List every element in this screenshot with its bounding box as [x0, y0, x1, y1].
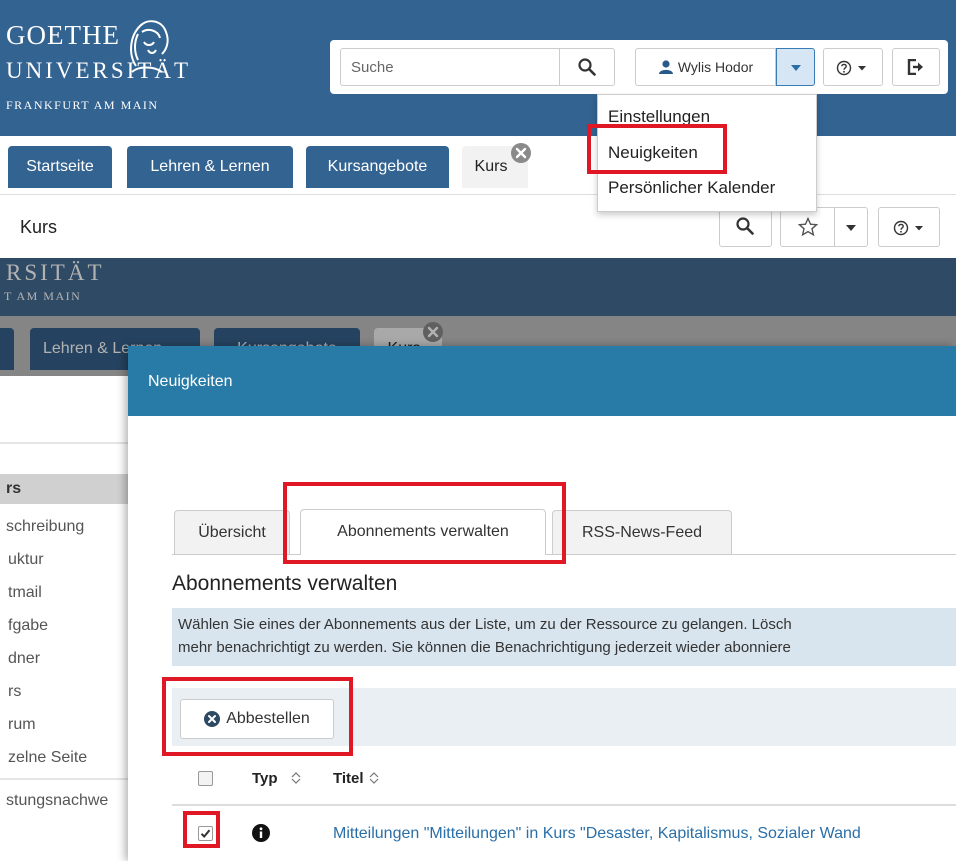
subscription-title-link[interactable]: Mitteilungen "Mitteilungen" in Kurs "Des…: [333, 825, 861, 843]
course-sidebar: rs schreibung uktur tmail fgabe dner rs …: [0, 376, 128, 861]
column-header-titel[interactable]: Titel: [333, 770, 364, 787]
tab-startseite[interactable]: Startseite: [8, 146, 112, 188]
sort-icon[interactable]: [368, 771, 380, 785]
sidebar-divider: [0, 442, 128, 444]
sidebar-item-kurs[interactable]: rs: [8, 683, 21, 701]
sidebar-divider: [0, 778, 128, 780]
logout-icon: [907, 59, 923, 75]
info-icon: [252, 824, 270, 842]
bookmark-menu-toggle[interactable]: [835, 207, 868, 247]
tab-rss-news-feed[interactable]: RSS-News-Feed: [552, 510, 732, 554]
star-icon: [798, 217, 818, 237]
course-help-button[interactable]: [878, 207, 940, 247]
sidebar-item-beschreibung[interactable]: schreibung: [6, 518, 84, 536]
sidebar-item-forum[interactable]: rum: [8, 716, 36, 734]
column-header-typ[interactable]: Typ: [252, 770, 278, 787]
search-button[interactable]: [560, 48, 615, 86]
logout-button[interactable]: [892, 48, 940, 86]
user-menu-toggle[interactable]: [776, 48, 815, 86]
tab-lehren-lernen[interactable]: Lehren & Lernen: [127, 146, 293, 188]
close-tab-icon[interactable]: [510, 142, 532, 164]
menu-item-kalender[interactable]: Persönlicher Kalender: [608, 178, 775, 198]
help-icon: [836, 60, 866, 76]
highlight-tab-abonnements: [283, 482, 566, 564]
sidebar-item-aufgabe[interactable]: fgabe: [8, 617, 48, 635]
sidebar-item-struktur[interactable]: uktur: [8, 551, 44, 569]
sort-icon[interactable]: [290, 771, 302, 785]
table-row: Mitteilungen "Mitteilungen" in Kurs "Des…: [172, 806, 956, 861]
logo-goethe-text: GOETHE: [6, 20, 120, 50]
highlight-abbestellen: [162, 677, 353, 756]
sidebar-item-ordner[interactable]: dner: [8, 650, 40, 668]
search-icon: [736, 217, 754, 235]
search-icon: [578, 58, 596, 76]
modal-header: Neuigkeiten: [128, 346, 956, 416]
highlight-row-checkbox: [183, 811, 220, 848]
page-title: Abonnements verwalten: [172, 572, 398, 595]
sidebar-section-header: rs: [0, 474, 128, 504]
user-menu-button[interactable]: Wylis Hodor: [635, 48, 776, 86]
course-search-button[interactable]: [719, 207, 772, 247]
sidebar-item-einzelne-seite[interactable]: zelne Seite: [8, 749, 87, 767]
logo-universitaet-text: UNIVERSITÄT: [6, 58, 192, 83]
caret-down-icon: [846, 225, 856, 231]
user-icon: [658, 60, 673, 74]
tab-kursangebote[interactable]: Kursangebote: [306, 146, 449, 188]
bookmark-button[interactable]: [780, 207, 835, 247]
highlight-neuigkeiten: [587, 124, 727, 174]
table-header: Typ Titel: [172, 754, 956, 804]
select-all-checkbox[interactable]: [198, 771, 213, 786]
sidebar-section-label: rs: [6, 480, 22, 497]
modal-title: Neuigkeiten: [148, 373, 233, 390]
sidebar-item-kontaktmail[interactable]: tmail: [8, 584, 42, 602]
search-input[interactable]: [340, 48, 560, 86]
breadcrumb: Kurs: [20, 217, 58, 237]
info-text-line1: Wählen Sie eines der Abonnements aus der…: [178, 616, 792, 633]
bottom-screenshot: RSITÄT T AM MAIN Lehren & Lernen Kursang…: [0, 258, 956, 861]
user-name: Wylis Hodor: [677, 59, 754, 75]
caret-down-icon: [791, 65, 801, 71]
info-text-line2: mehr benachrichtigt zu werden. Sie könne…: [178, 639, 791, 656]
info-box: Wählen Sie eines der Abonnements aus der…: [172, 608, 956, 666]
logo-frankfurt-text: FRANKFURT AM MAIN: [6, 98, 159, 112]
help-button[interactable]: [823, 48, 883, 86]
help-icon: [893, 220, 923, 236]
sidebar-item-leistungsnachweis[interactable]: stungsnachwe: [6, 792, 108, 810]
top-screenshot: GOETHE UNIVERSITÄT FRANKFURT AM MAIN Wyl…: [0, 0, 956, 258]
tab-uebersicht[interactable]: Übersicht: [174, 510, 290, 554]
news-modal: Neuigkeiten Übersicht Abonnements verwal…: [128, 346, 956, 861]
